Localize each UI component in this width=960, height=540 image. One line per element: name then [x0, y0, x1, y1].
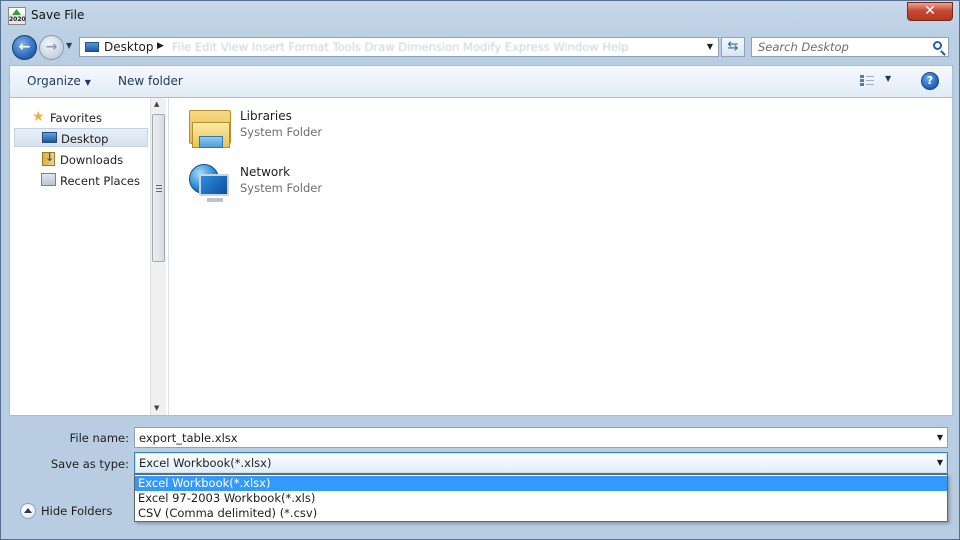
breadcrumb-arrow-icon[interactable]: ▶	[157, 41, 164, 51]
navigation-scrollbar[interactable]: ▲ ▼	[150, 98, 166, 415]
file-type: System Folder	[240, 125, 323, 139]
network-icon	[187, 162, 233, 208]
libraries-icon	[187, 106, 233, 150]
star-icon: ★	[32, 109, 45, 125]
chevron-down-icon[interactable]: ▼	[937, 458, 943, 467]
scroll-up-icon[interactable]: ▲	[154, 100, 159, 108]
file-item-network[interactable]: Network System Folder	[187, 162, 387, 214]
search-input[interactable]	[752, 38, 927, 56]
background-window-title: DraftSight Premium - [NONAME	[687, 9, 876, 23]
dropdown-option-csv[interactable]: CSV (Comma delimited) (*.csv)	[135, 506, 947, 521]
file-name-label: File name:	[69, 431, 129, 445]
desktop-icon	[42, 132, 57, 143]
monitor-stand-shape	[207, 198, 223, 202]
desktop-icon	[85, 42, 99, 52]
scroll-down-icon[interactable]: ▼	[154, 404, 159, 412]
chevron-down-icon[interactable]: ▼	[885, 74, 891, 83]
close-icon: ✕	[924, 3, 936, 19]
save-as-type-value: Excel Workbook(*.xlsx)	[139, 456, 272, 470]
organize-label: Organize	[27, 74, 81, 88]
details-view-icon	[860, 74, 874, 87]
chevron-down-icon: ▼	[84, 78, 91, 87]
file-name-input[interactable]	[135, 428, 925, 447]
change-view-button[interactable]: ▼	[860, 73, 896, 89]
chevron-down-icon: ▼	[66, 41, 73, 50]
file-name: Libraries	[240, 109, 292, 123]
save-as-type-dropdown-list: Excel Workbook(*.xlsx) Excel 97-2003 Wor…	[134, 474, 948, 522]
hide-folders-label: Hide Folders	[41, 504, 113, 518]
app-icon: 2020	[8, 7, 26, 25]
refresh-button[interactable]: ⇆	[721, 37, 745, 57]
title-bar[interactable]: 2020 Save File DraftSight Premium - [NON…	[1, 1, 959, 31]
file-list: Libraries System Folder Network System F…	[168, 98, 952, 415]
address-breadcrumb-desktop[interactable]: Desktop	[104, 40, 154, 54]
sidebar-item-recent-places[interactable]: Recent Places	[14, 171, 148, 190]
file-name-combobox[interactable]: ▼	[134, 427, 948, 448]
sidebar-item-label: Downloads	[60, 153, 124, 167]
search-box[interactable]	[751, 37, 949, 57]
file-item-libraries[interactable]: Libraries System Folder	[187, 106, 387, 158]
address-dropdown-icon[interactable]: ▼	[707, 42, 713, 51]
sidebar-item-downloads[interactable]: Downloads	[14, 150, 148, 169]
file-type: System Folder	[240, 181, 323, 195]
sidebar-item-label: Desktop	[61, 132, 109, 146]
back-button[interactable]: ←	[12, 35, 37, 60]
forward-button[interactable]: →	[39, 35, 64, 60]
help-icon[interactable]: ?	[921, 72, 939, 90]
library-shelf-shape	[199, 136, 223, 148]
save-as-type-select[interactable]: Excel Workbook(*.xlsx) ▼	[134, 452, 948, 474]
sidebar-item-desktop[interactable]: Desktop	[14, 128, 148, 147]
search-icon[interactable]	[933, 41, 942, 50]
window-title: Save File	[31, 8, 85, 22]
dropdown-option-xls[interactable]: Excel 97-2003 Workbook(*.xls)	[135, 491, 947, 506]
chevron-up-icon	[20, 503, 36, 519]
downloads-icon	[42, 151, 55, 166]
monitor-shape	[199, 174, 229, 196]
address-bar[interactable]: Desktop ▶ File Edit View Insert Format T…	[79, 37, 719, 57]
recent-places-icon	[41, 173, 56, 186]
new-folder-button[interactable]: New folder	[118, 74, 183, 88]
back-arrow-icon: ←	[18, 39, 31, 55]
background-menu-ghost: File Edit View Insert Format Tools Draw …	[172, 40, 629, 54]
app-icon-label: 2020	[9, 16, 26, 23]
refresh-icon: ⇆	[727, 39, 739, 54]
command-toolbar: Organize ▼ New folder ▼ ?	[9, 65, 953, 97]
close-button[interactable]: ✕	[907, 2, 953, 21]
save-file-dialog: 2020 Save File DraftSight Premium - [NON…	[0, 0, 960, 540]
file-name: Network	[240, 165, 291, 179]
save-as-type-label: Save as type:	[50, 457, 129, 471]
recent-pages-dropdown[interactable]: ▼	[66, 41, 72, 50]
scrollbar-thumb[interactable]	[152, 114, 165, 262]
organize-button[interactable]: Organize ▼	[27, 74, 91, 88]
chevron-down-icon[interactable]: ▼	[937, 433, 943, 442]
browser-area: ★ Favorites Desktop Downloads Recent Pla…	[9, 97, 953, 416]
dropdown-option-xlsx[interactable]: Excel Workbook(*.xlsx)	[135, 476, 947, 491]
sidebar-item-favorites[interactable]: ★ Favorites	[14, 108, 148, 127]
grip-icon	[156, 185, 162, 192]
sidebar-item-label: Recent Places	[60, 174, 140, 188]
forward-arrow-icon: →	[45, 39, 58, 55]
sidebar-item-label: Favorites	[50, 111, 102, 125]
navigation-pane: ★ Favorites Desktop Downloads Recent Pla…	[10, 98, 150, 415]
